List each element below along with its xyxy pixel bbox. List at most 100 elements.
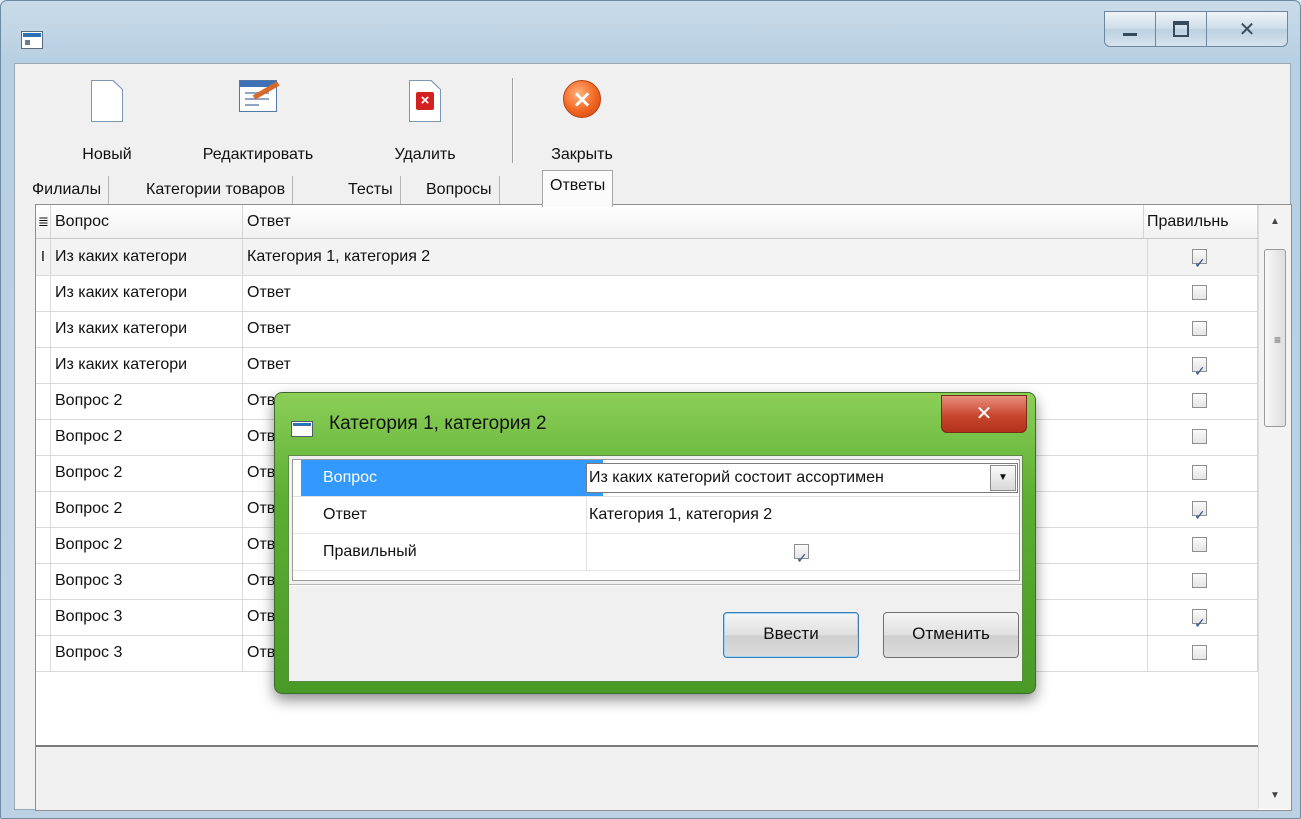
correct-checkbox[interactable] [1192,606,1207,635]
tab-branches[interactable]: Филиалы [25,176,110,204]
maximize-button[interactable] [1156,11,1207,47]
row-selector-header-icon[interactable]: ≣ [36,205,51,238]
correct-checkbox[interactable] [1192,573,1207,588]
close-icon: ✕ [1238,17,1256,41]
correct-checkbox[interactable] [1192,498,1207,527]
row-selector[interactable] [36,635,51,671]
row-selector[interactable] [36,311,51,347]
question-cell[interactable]: Из каких категори [51,311,243,347]
question-cell[interactable]: Вопрос 2 [51,383,243,419]
correct-checkbox[interactable] [1192,537,1207,552]
table-row[interactable]: Из каких категори Ответ [36,347,1258,384]
correct-checkbox[interactable] [1192,645,1207,660]
correct-checkbox[interactable] [1192,285,1207,300]
correct-cell [1143,311,1258,347]
edit-answer-dialog: Категория 1, категория 2 ✕ Вопрос Из как… [274,392,1036,694]
minimize-button[interactable] [1104,11,1156,47]
new-button-label: Новый [82,146,132,163]
minimize-icon [1123,32,1137,36]
question-cell[interactable]: Вопрос 3 [51,635,243,671]
correct-cell [1143,419,1258,455]
row-selector[interactable] [36,563,51,599]
answer-cell[interactable]: Ответ [243,275,1148,311]
correct-checkbox[interactable] [1192,354,1207,383]
scrollbar-thumb[interactable]: ≡ [1264,249,1286,427]
scroll-down-arrow-icon[interactable]: ▼ [1259,783,1291,809]
row-selector[interactable]: I [36,239,51,275]
correct-checkbox[interactable] [1192,321,1207,336]
answer-cell[interactable]: Ответ [243,311,1148,347]
new-button[interactable]: Новый [67,72,147,163]
correct-cell [1143,635,1258,671]
close-window-button[interactable]: ✕ [1207,11,1288,47]
property-row-question[interactable]: Вопрос Из каких категорий состоит ассорт… [293,460,1019,497]
row-selector[interactable] [36,419,51,455]
question-cell[interactable]: Вопрос 2 [51,491,243,527]
property-name-correct: Правильный [323,543,417,560]
question-cell[interactable]: Вопрос 2 [51,527,243,563]
question-cell[interactable]: Из каких категори [51,275,243,311]
close-icon: ✕ [975,401,993,425]
cancel-button[interactable]: Отменить [883,612,1019,658]
delete-button-label: Удалить [394,146,456,163]
dialog-window-icon[interactable] [291,421,313,437]
property-row-answer[interactable]: Ответ Категория 1, категория 2 [293,497,1019,534]
vertical-scrollbar[interactable]: ▲ ≡ ▼ [1258,205,1291,809]
grid-footer [36,745,1258,810]
question-cell[interactable]: Вопрос 2 [51,455,243,491]
correct-checkbox[interactable] [1192,393,1207,408]
answer-cell[interactable]: Ответ [243,347,1148,383]
correct-cell [1143,563,1258,599]
delete-button[interactable]: × Удалить [375,72,475,163]
column-header-question[interactable]: Вопрос [51,205,243,238]
tab-questions[interactable]: Вопросы [419,176,500,204]
column-header-correct[interactable]: Правильнь [1143,205,1258,238]
correct-checkbox[interactable] [794,541,809,570]
answer-field[interactable]: Категория 1, категория 2 [586,497,1021,533]
tab-answers[interactable]: Ответы [542,170,614,207]
edit-button-label: Редактировать [202,146,314,163]
question-cell[interactable]: Вопрос 3 [51,599,243,635]
property-grid: Вопрос Из каких категорий состоит ассорт… [292,459,1020,581]
question-cell[interactable]: Из каких категори [51,239,243,275]
column-header-answer[interactable]: Ответ [243,205,1144,238]
correct-checkbox[interactable] [1192,465,1207,480]
row-selector[interactable] [36,275,51,311]
question-combobox[interactable]: Из каких категорий состоит ассортимен ▼ [586,463,1018,493]
table-row[interactable]: Из каких категори Ответ [36,311,1258,348]
app-window-icon[interactable] [21,31,43,49]
toolbar: Новый Редактировать × Удалить × Закрыть [15,64,1290,168]
chevron-down-icon[interactable]: ▼ [990,465,1016,491]
correct-cell [1143,527,1258,563]
table-row[interactable]: Из каких категори Ответ [36,275,1258,312]
correct-checkbox[interactable] [1192,429,1207,444]
row-selector[interactable] [36,491,51,527]
row-selector[interactable] [36,347,51,383]
row-selector[interactable] [36,599,51,635]
new-document-icon [91,80,123,122]
question-cell[interactable]: Вопрос 3 [51,563,243,599]
tab-tests[interactable]: Тесты [341,176,401,204]
title-bar[interactable]: ✕ [1,1,1300,63]
delete-document-icon: × [409,80,441,122]
question-cell[interactable]: Из каких категори [51,347,243,383]
row-selector[interactable] [36,455,51,491]
answer-cell[interactable]: Категория 1, категория 2 [243,239,1148,275]
tab-product-categories[interactable]: Категории товаров [139,176,294,204]
question-cell[interactable]: Вопрос 2 [51,419,243,455]
close-form-button[interactable]: × Закрыть [537,72,627,163]
row-selector[interactable] [36,527,51,563]
property-row-correct[interactable]: Правильный [293,534,1019,571]
dialog-client-area: Вопрос Из каких категорий состоит ассорт… [288,455,1023,682]
row-selector[interactable] [36,383,51,419]
correct-value-cell [586,534,1021,570]
grid-header: ≣ Вопрос Ответ Правильнь [36,205,1258,239]
edit-button[interactable]: Редактировать [183,72,333,163]
submit-button[interactable]: Ввести [723,612,859,658]
dialog-close-button[interactable]: ✕ [941,395,1027,433]
caption-buttons: ✕ [1104,11,1288,49]
table-row[interactable]: I Из каких категори Категория 1, категория… [36,239,1258,276]
scroll-up-arrow-icon[interactable]: ▲ [1259,209,1291,235]
correct-checkbox[interactable] [1192,246,1207,275]
maximize-icon [1173,21,1189,37]
